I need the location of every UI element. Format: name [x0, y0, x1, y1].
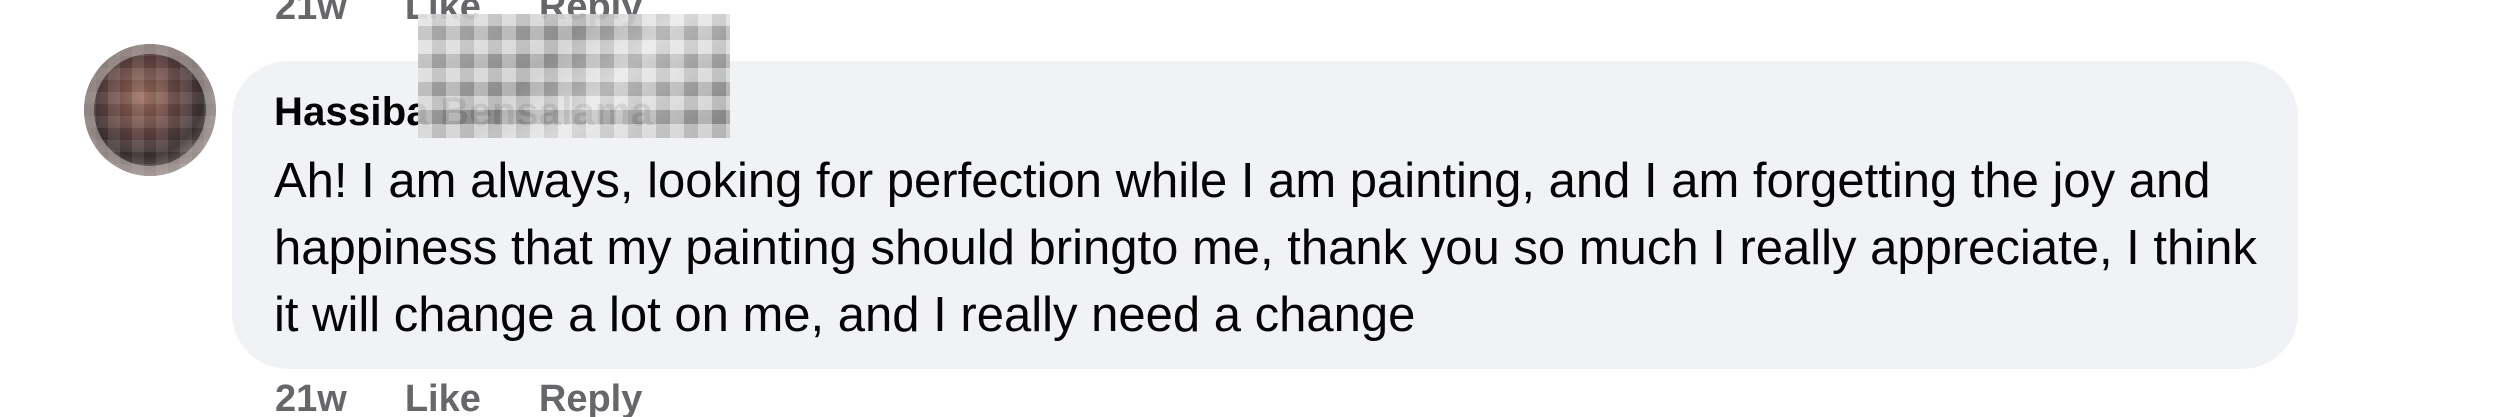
reply-button[interactable]: Reply: [539, 380, 642, 417]
comment-thread: 21w Like Reply Hassiba Bensalama Ah! I a…: [0, 0, 2500, 417]
comment-timestamp[interactable]: 21w: [275, 380, 347, 417]
privacy-blur-overlay: [418, 14, 730, 138]
comment-text: Ah! I am always, looking for perfection …: [274, 154, 2257, 342]
like-button[interactable]: Like: [405, 380, 481, 417]
avatar[interactable]: [84, 44, 216, 176]
comment-actions: 21w Like Reply: [275, 380, 700, 417]
previous-comment-timestamp[interactable]: 21w: [275, 0, 347, 26]
